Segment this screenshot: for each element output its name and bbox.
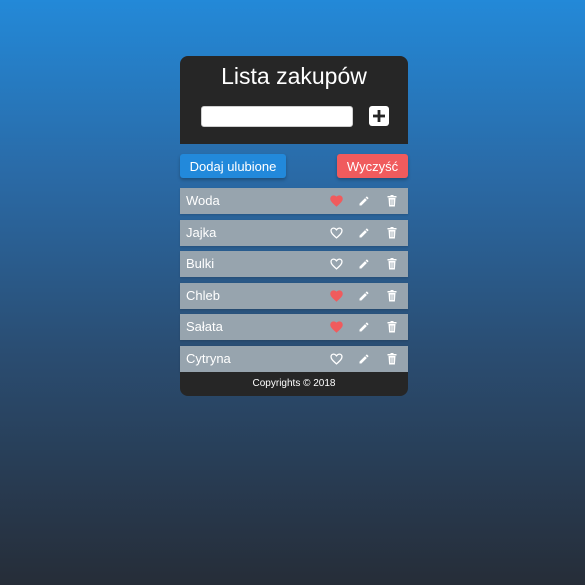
plus-icon [373, 110, 385, 122]
list-item: Cytryna [180, 345, 408, 372]
shopping-list-app: Lista zakupów Dodaj ulubione Wyczyść Wod… [180, 56, 408, 402]
item-label: Jajka [186, 224, 217, 240]
pencil-icon[interactable] [357, 226, 371, 240]
list-item: Bulki [180, 251, 408, 278]
heart-filled-icon[interactable] [329, 194, 343, 208]
pencil-icon[interactable] [357, 289, 371, 303]
trash-icon[interactable] [385, 352, 399, 366]
trash-icon[interactable] [385, 257, 399, 271]
heart-filled-icon[interactable] [329, 289, 343, 303]
heart-filled-icon[interactable] [329, 320, 343, 334]
add-item-button[interactable] [369, 106, 389, 126]
list-item: Sałata [180, 314, 408, 341]
heart-outline-icon[interactable] [329, 226, 343, 240]
list-item: Chleb [180, 282, 408, 309]
pencil-icon[interactable] [357, 257, 371, 271]
clear-list-button[interactable]: Wyczyść [337, 154, 408, 178]
list-controls: Dodaj ulubione Wyczyść [180, 144, 408, 188]
trash-icon[interactable] [385, 289, 399, 303]
trash-icon[interactable] [385, 226, 399, 240]
trash-icon[interactable] [385, 320, 399, 334]
pencil-icon[interactable] [357, 352, 371, 366]
item-label: Chleb [186, 287, 220, 303]
trash-icon[interactable] [385, 194, 399, 208]
page-title: Lista zakupów [221, 63, 367, 89]
pencil-icon[interactable] [357, 194, 371, 208]
pencil-icon[interactable] [357, 320, 371, 334]
item-label: Sałata [186, 319, 223, 335]
item-label: Cytryna [186, 350, 231, 366]
list-item: Woda [180, 188, 408, 214]
footer-copyright: Copyrights © 2018 [180, 371, 408, 396]
heart-outline-icon[interactable] [329, 352, 343, 366]
heart-outline-icon[interactable] [329, 257, 343, 271]
item-label: Woda [186, 193, 220, 208]
item-label: Bulki [186, 256, 215, 272]
list-item: Jajka [180, 219, 408, 246]
shopping-list: Woda Jajka Bulki Chleb Sałata Cytryna [180, 188, 408, 372]
add-favorites-button[interactable]: Dodaj ulubione [180, 154, 286, 178]
new-item-input[interactable] [201, 106, 353, 127]
app-header: Lista zakupów [180, 56, 408, 144]
